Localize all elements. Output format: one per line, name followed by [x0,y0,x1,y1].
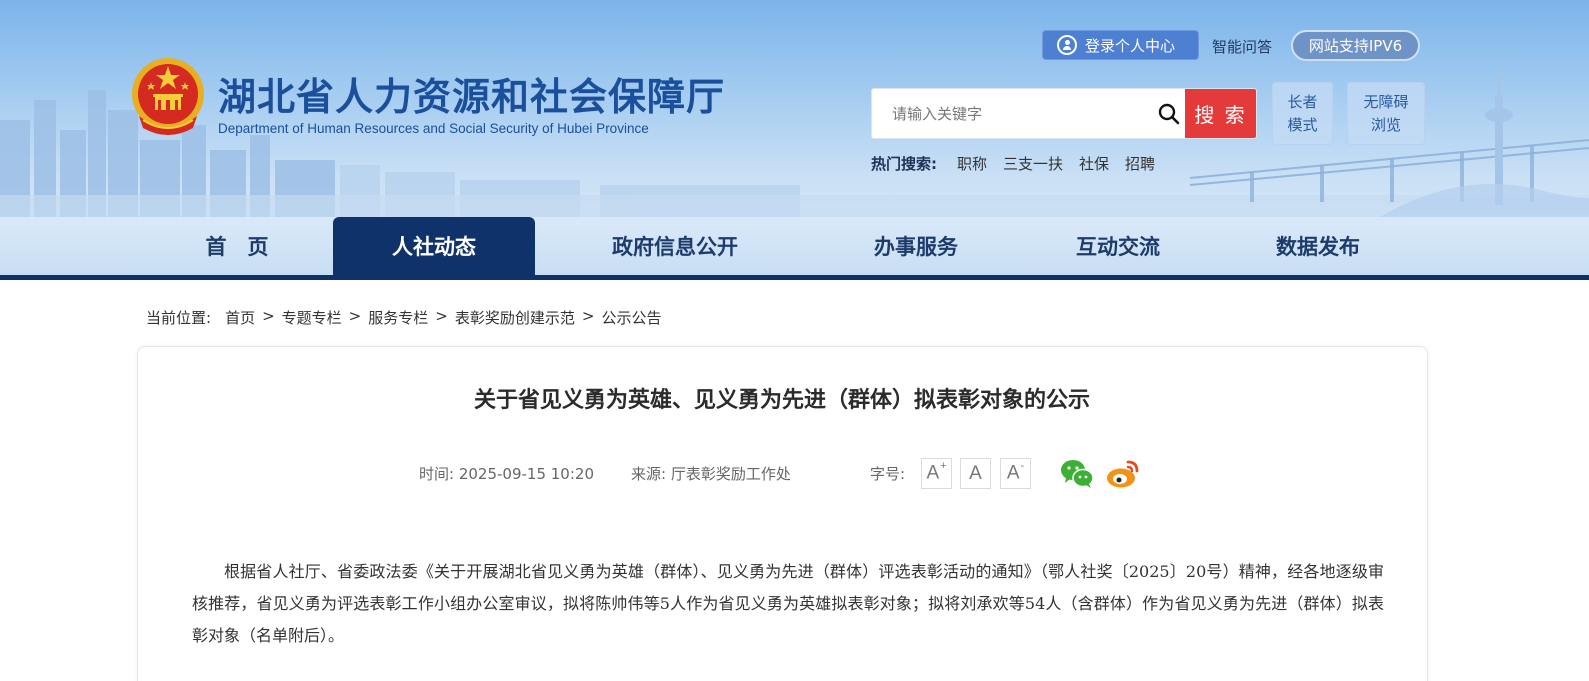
article-title: 关于省见义勇为英雄、见义勇为先进（群体）拟表彰对象的公示 [473,388,1090,413]
accessible-label-line1: 无障碍 [1363,92,1409,111]
national-emblem-icon [132,58,204,135]
hot-search-label: 热门搜索: [871,155,937,173]
smart-qa-link[interactable]: 智能问答 [1212,36,1272,57]
hot-search-item[interactable]: 三支一扶 [1003,153,1063,174]
breadcrumb: 当前位置: 首页 > 专题专栏 > 服务专栏 > 表彰奖励创建示范 > 公示公告 [146,307,661,328]
font-decrease-button[interactable]: A- [1000,458,1031,489]
site-title-chinese: 湖北省人力资源和社会保障厅 [218,75,726,119]
main-nav: 首 页 人社动态 政府信息公开 办事服务 互动交流 数据发布 [0,217,1589,275]
nav-item-data-release[interactable]: 数据发布 [1218,217,1418,275]
nav-item-services[interactable]: 办事服务 [816,217,1016,275]
breadcrumb-label: 当前位置: [146,309,212,327]
login-label: 登录个人中心 [1085,36,1176,55]
breadcrumb-separator: > [581,307,595,325]
user-icon [1057,35,1077,55]
ipv6-badge[interactable]: 网站支持IPV6 [1291,30,1420,61]
article-source: 来源: 厅表彰奖励工作处 [631,465,791,483]
breadcrumb-service-column[interactable]: 服务专栏 [368,307,428,328]
breadcrumb-topics[interactable]: 专题专栏 [282,307,342,328]
search-icon[interactable] [1158,103,1180,125]
elder-mode-label-line1: 长者 [1287,92,1318,111]
article-time: 时间: 2025-09-15 10:20 [419,465,594,483]
font-reset-glyph: A [969,462,982,484]
nav-item-hrss-news[interactable]: 人社动态 [333,217,535,275]
hot-search-item[interactable]: 招聘 [1125,153,1155,174]
login-personal-center-button[interactable]: 登录个人中心 [1042,30,1199,60]
accessible-browse-button[interactable]: 无障碍 浏览 [1347,82,1425,145]
font-decrease-glyph: A- [1006,460,1025,484]
elder-mode-button[interactable]: 长者 模式 [1272,82,1333,145]
hot-search: 热门搜索: 职称 三支一扶 社保 招聘 [871,153,1171,174]
font-increase-glyph: A+ [926,460,947,484]
nav-item-gov-info[interactable]: 政府信息公开 [575,217,775,275]
breadcrumb-announcements[interactable]: 公示公告 [601,307,661,328]
search-input[interactable] [872,89,1152,138]
hot-search-item[interactable]: 社保 [1079,153,1109,174]
nav-item-home[interactable]: 首 页 [137,217,337,275]
search-box: 搜 索 [871,88,1257,139]
breadcrumb-home[interactable]: 首页 [225,307,255,328]
breadcrumb-awards[interactable]: 表彰奖励创建示范 [455,307,575,328]
article-body-paragraph: 根据省人社厅、省委政法委《关于开展湖北省见义勇为英雄（群体）、见义勇为先进（群体… [192,562,1384,645]
site-title-english: Department of Human Resources and Social… [218,121,649,136]
font-reset-button[interactable]: A [960,458,991,489]
site-banner: 湖北省人力资源和社会保障厅 Department of Human Resour… [0,0,1589,217]
breadcrumb-separator: > [262,307,275,325]
nav-item-interaction[interactable]: 互动交流 [1018,217,1218,275]
wechat-icon[interactable] [1060,457,1094,489]
font-size-label: 字号: [870,465,906,483]
breadcrumb-separator: > [435,307,448,325]
search-button[interactable]: 搜 索 [1185,89,1256,138]
elder-mode-label-line2: 模式 [1287,115,1318,134]
breadcrumb-separator: > [348,307,362,325]
hot-search-item[interactable]: 职称 [957,153,987,174]
nav-divider [0,275,1589,280]
weibo-icon[interactable] [1106,457,1140,489]
font-increase-button[interactable]: A+ [921,458,952,489]
accessible-label-line2: 浏览 [1370,115,1401,134]
